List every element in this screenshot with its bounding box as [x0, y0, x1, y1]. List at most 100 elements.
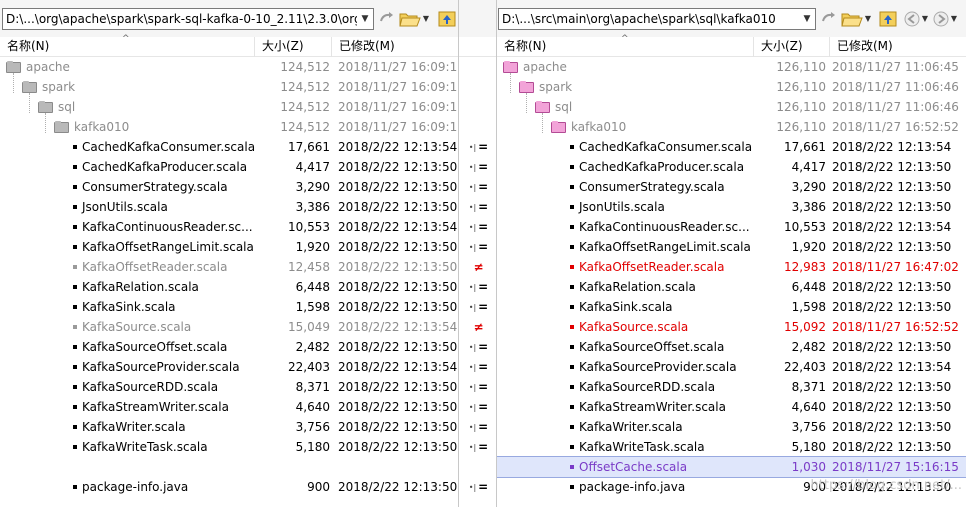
file-size: 126,110 — [776, 120, 826, 134]
file-size: 126,110 — [776, 60, 826, 74]
file-row[interactable]: CachedKafkaProducer.scala 4,417 2018/2/22 … — [497, 157, 966, 177]
file-row[interactable]: KafkaWriteTask.scala 5,180 2018/2/22 12:13… — [497, 437, 966, 457]
file-name: sql — [555, 100, 573, 114]
file-row[interactable]: KafkaSourceRDD.scala 8,371 2018/2/22 12:13… — [0, 377, 458, 397]
folder-row[interactable]: apache 124,512 2018/11/27 16:09:16 — [0, 57, 458, 77]
compare-mark: •| = — [459, 277, 498, 297]
swap-arrow-icon[interactable] — [377, 9, 397, 29]
file-row[interactable]: KafkaWriteTask.scala 5,180 2018/2/22 12:13… — [0, 437, 458, 457]
chevron-down-icon[interactable]: ▼ — [920, 9, 930, 29]
file-row[interactable]: CachedKafkaConsumer.scala 17,661 2018/2/22… — [497, 137, 966, 157]
folder-row[interactable]: kafka010 126,110 2018/11/27 16:52:52 — [497, 117, 966, 137]
file-row[interactable]: KafkaContinuousReader.sc... 10,553 2018/2/… — [0, 217, 458, 237]
file-row[interactable]: KafkaSourceProvider.scala 22,403 2018/2/22… — [497, 357, 966, 377]
file-name: KafkaRelation.scala — [82, 280, 199, 294]
file-row[interactable]: KafkaStreamWriter.scala 4,640 2018/2/22 12… — [0, 397, 458, 417]
col-modified-header[interactable]: 已修改(M) — [830, 37, 966, 57]
file-modified: 2018/2/22 12:13:54 — [832, 140, 952, 154]
file-row[interactable]: KafkaSourceOffset.scala 2,482 2018/2/22 12… — [0, 337, 458, 357]
folder-icon — [54, 121, 69, 133]
file-bullet-icon — [73, 445, 77, 449]
file-name: KafkaOffsetReader.scala — [82, 260, 228, 274]
file-name: JsonUtils.scala — [579, 200, 665, 214]
folder-row[interactable]: sql 126,110 2018/11/27 11:06:46 — [497, 97, 966, 117]
chevron-down-icon[interactable]: ▼ — [863, 9, 873, 29]
file-row[interactable]: KafkaWriter.scala 3,756 2018/2/22 12:13:50 — [497, 417, 966, 437]
file-modified: 2018/11/27 16:52:52 — [832, 320, 959, 334]
chevron-down-icon[interactable]: ▼ — [949, 9, 959, 29]
exists-both-icon: •| — [468, 303, 477, 312]
file-bullet-icon — [570, 325, 574, 329]
file-row[interactable]: KafkaSource.scala 15,092 2018/11/27 16:52:… — [497, 317, 966, 337]
file-row[interactable]: KafkaOffsetRangeLimit.scala 1,920 2018/2/2… — [497, 237, 966, 257]
chevron-down-icon[interactable]: ▼ — [357, 9, 373, 29]
file-row[interactable]: KafkaWriter.scala 3,756 2018/2/22 12:13:50 — [0, 417, 458, 437]
file-name: ConsumerStrategy.scala — [579, 180, 725, 194]
file-row[interactable]: JsonUtils.scala 3,386 2018/2/22 12:13:50 — [0, 197, 458, 217]
folder-row[interactable]: spark 126,110 2018/11/27 11:06:46 — [497, 77, 966, 97]
right-path-input[interactable]: D:\...\src\main\org\apache\spark\sql\kaf… — [498, 8, 816, 30]
file-row[interactable]: ConsumerStrategy.scala 3,290 2018/2/22 12:… — [497, 177, 966, 197]
file-row[interactable]: KafkaContinuousReader.sc... 10,553 2018/2/… — [497, 217, 966, 237]
file-row[interactable]: KafkaRelation.scala 6,448 2018/2/22 12:13:… — [497, 277, 966, 297]
back-arrow-icon[interactable] — [902, 9, 922, 29]
col-size-header[interactable]: 大小(Z) — [255, 37, 332, 57]
file-size: 15,049 — [288, 320, 330, 334]
file-row[interactable]: KafkaOffsetReader.scala 12,983 2018/11/27 … — [497, 257, 966, 277]
file-row[interactable]: KafkaSink.scala 1,598 2018/2/22 12:13:50 — [0, 297, 458, 317]
file-modified: 2018/2/22 12:13:54 — [832, 220, 952, 234]
col-modified-header[interactable]: 已修改(M) — [332, 37, 458, 57]
equal-icon: = — [478, 140, 489, 154]
file-row[interactable]: OffsetCache.scala 1,030 2018/11/27 15:16:1… — [497, 456, 966, 478]
open-folder-icon[interactable] — [841, 9, 863, 29]
folder-row[interactable]: kafka010 124,512 2018/11/27 16:09:16 — [0, 117, 458, 137]
col-size-header[interactable]: 大小(Z) — [754, 37, 830, 57]
file-row[interactable]: KafkaStreamWriter.scala 4,640 2018/2/22 12… — [497, 397, 966, 417]
file-row[interactable]: KafkaOffsetRangeLimit.scala 1,920 2018/2/2… — [0, 237, 458, 257]
file-row[interactable]: package-info.java 900 2018/2/22 12:13:50 — [0, 477, 458, 497]
open-folder-icon[interactable] — [399, 9, 421, 29]
file-size: 124,512 — [280, 100, 330, 114]
file-bullet-icon — [570, 345, 574, 349]
equal-icon: = — [478, 300, 489, 314]
equal-icon: = — [478, 380, 489, 394]
file-size: 2,482 — [295, 340, 330, 354]
chevron-down-icon[interactable]: ▼ — [421, 9, 431, 29]
parent-folder-icon[interactable] — [878, 9, 898, 29]
file-modified: 2018/2/22 12:13:50 — [832, 380, 952, 394]
not-equal-icon: ≠ — [473, 260, 484, 274]
file-bullet-icon — [570, 385, 574, 389]
compare-mark — [459, 57, 498, 77]
file-row[interactable]: JsonUtils.scala 3,386 2018/2/22 12:13:50 — [497, 197, 966, 217]
file-row[interactable]: KafkaSourceOffset.scala 2,482 2018/2/22 12… — [497, 337, 966, 357]
file-modified: 2018/11/27 15:16:15 — [832, 460, 959, 474]
file-row[interactable]: KafkaSourceProvider.scala 22,403 2018/2/22… — [0, 357, 458, 377]
chevron-down-icon[interactable]: ▼ — [799, 9, 815, 29]
file-modified: 2018/2/22 12:13:50 — [832, 400, 952, 414]
equal-icon: = — [478, 400, 489, 414]
file-size: 17,661 — [288, 140, 330, 154]
file-row[interactable]: KafkaRelation.scala 6,448 2018/2/22 12:13:… — [0, 277, 458, 297]
file-bullet-icon — [570, 425, 574, 429]
tree-guide-line — [510, 73, 511, 93]
file-row[interactable]: ConsumerStrategy.scala 3,290 2018/2/22 12:… — [0, 177, 458, 197]
folder-row[interactable]: apache 126,110 2018/11/27 11:06:45 — [497, 57, 966, 77]
file-name: CachedKafkaConsumer.scala — [82, 140, 256, 154]
file-row[interactable]: CachedKafkaProducer.scala 4,417 2018/2/22 … — [0, 157, 458, 177]
file-row[interactable] — [0, 457, 458, 477]
file-row[interactable]: KafkaSink.scala 1,598 2018/2/22 12:13:50 — [497, 297, 966, 317]
exists-both-icon: •| — [468, 223, 477, 232]
folder-row[interactable]: spark 124,512 2018/11/27 16:09:16 — [0, 77, 458, 97]
file-row[interactable]: CachedKafkaConsumer.scala 17,661 2018/2/22… — [0, 137, 458, 157]
file-modified: 2018/2/22 12:13:54 — [338, 360, 458, 374]
swap-arrow-icon[interactable] — [819, 9, 839, 29]
left-path-input[interactable]: D:\...\org\apache\spark\spark-sql-kafka-… — [2, 8, 374, 30]
folder-row[interactable]: sql 124,512 2018/11/27 16:09:16 — [0, 97, 458, 117]
file-row[interactable]: KafkaSourceRDD.scala 8,371 2018/2/22 12:13… — [497, 377, 966, 397]
file-name: KafkaWriter.scala — [579, 420, 683, 434]
file-row[interactable]: KafkaOffsetReader.scala 12,458 2018/2/22 1… — [0, 257, 458, 277]
parent-folder-icon[interactable] — [437, 9, 457, 29]
file-modified: 2018/2/22 12:13:50 — [832, 440, 952, 454]
file-row[interactable]: KafkaSource.scala 15,049 2018/2/22 12:13:5… — [0, 317, 458, 337]
forward-arrow-icon[interactable] — [931, 9, 951, 29]
